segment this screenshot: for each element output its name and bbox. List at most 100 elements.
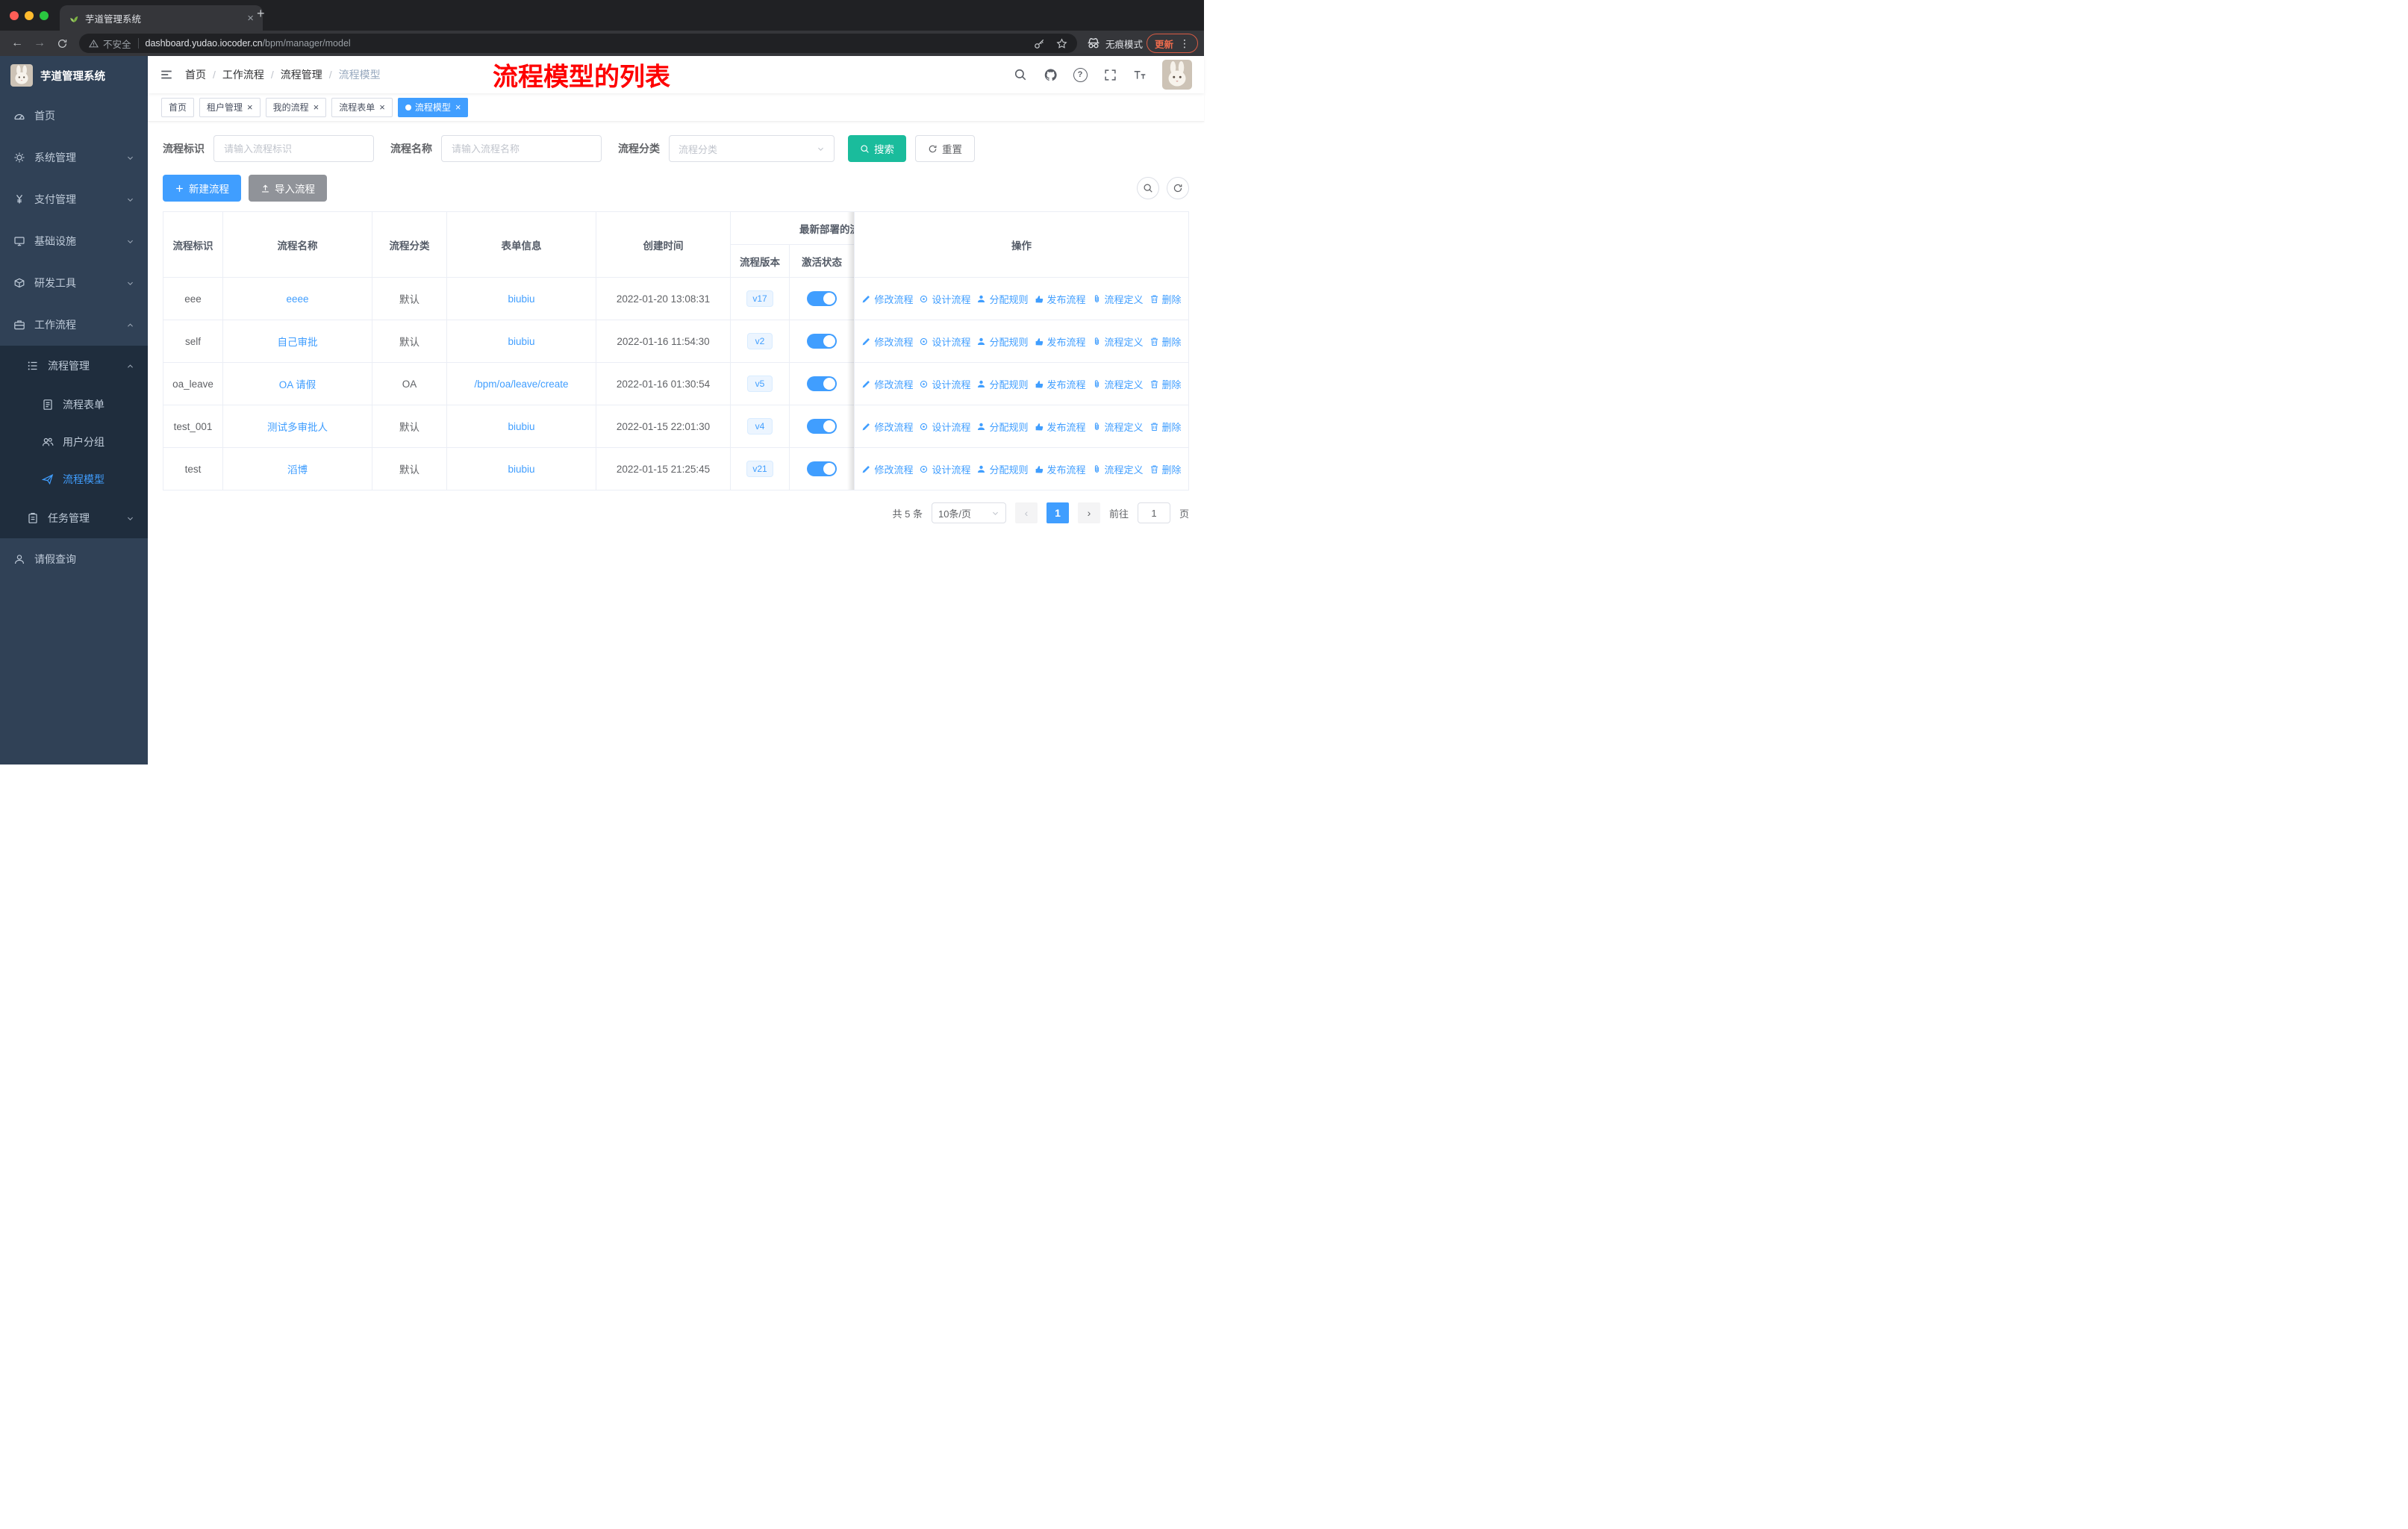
sidebar-item-process-mgmt[interactable]: 流程管理 <box>0 346 148 386</box>
tag-process-model[interactable]: 流程模型 × <box>397 97 469 117</box>
design-action[interactable]: 设计流程 <box>919 334 970 349</box>
window-minimize-button[interactable] <box>25 10 34 20</box>
process-name-link[interactable]: OA 请假 <box>279 379 316 390</box>
window-close-button[interactable] <box>10 10 19 20</box>
browser-update-chip[interactable]: 更新 ⋮ <box>1146 34 1198 53</box>
next-page-button[interactable]: › <box>1077 502 1100 523</box>
form-info-link[interactable]: biubiu <box>508 336 534 347</box>
definition-action[interactable]: 流程定义 <box>1092 420 1144 434</box>
show-search-button[interactable] <box>1137 177 1159 199</box>
delete-action[interactable]: 删除 <box>1150 377 1182 391</box>
import-process-button[interactable]: 导入流程 <box>249 175 327 202</box>
sidebar-item-process-form[interactable]: 流程表单 <box>0 386 148 423</box>
activation-toggle[interactable] <box>807 291 837 306</box>
tag-my-process[interactable]: 我的流程 × <box>265 97 327 117</box>
delete-action[interactable]: 删除 <box>1150 420 1182 434</box>
hamburger-icon[interactable] <box>160 68 173 81</box>
page-1-button[interactable]: 1 <box>1046 502 1069 523</box>
forward-button[interactable]: → <box>28 33 51 54</box>
sidebar-item-process-model[interactable]: 流程模型 <box>0 461 148 498</box>
delete-action[interactable]: 删除 <box>1150 462 1182 476</box>
activation-toggle[interactable] <box>807 334 837 349</box>
close-icon[interactable]: × <box>247 102 253 113</box>
github-icon[interactable] <box>1043 67 1058 82</box>
sidebar-item-user-group[interactable]: 用户分组 <box>0 423 148 461</box>
edit-action[interactable]: 修改流程 <box>861 292 913 306</box>
sidebar-item-devtools[interactable]: 研发工具 <box>0 262 148 304</box>
bookmark-star-icon[interactable] <box>1056 38 1067 49</box>
process-name-link[interactable]: eeee <box>286 293 308 305</box>
tag-home[interactable]: 首页 <box>161 97 195 117</box>
search-icon[interactable] <box>1013 67 1028 82</box>
publish-action[interactable]: 发布流程 <box>1035 334 1086 349</box>
user-avatar[interactable] <box>1162 60 1192 90</box>
window-zoom-button[interactable] <box>40 10 49 20</box>
new-tab-button[interactable]: + <box>257 7 265 20</box>
process-name-input[interactable] <box>441 135 602 162</box>
address-bar[interactable]: 不安全 dashboard.yudao.iocoder.cn/bpm/manag… <box>79 34 1077 53</box>
delete-action[interactable]: 删除 <box>1150 334 1182 349</box>
edit-action[interactable]: 修改流程 <box>861 462 913 476</box>
close-icon[interactable]: × <box>314 102 319 113</box>
assign-action[interactable]: 分配规则 <box>976 377 1029 391</box>
edit-action[interactable]: 修改流程 <box>861 420 913 434</box>
activation-toggle[interactable] <box>807 419 837 434</box>
browser-menu-kebab-icon[interactable]: ⋮ <box>1179 37 1190 50</box>
design-action[interactable]: 设计流程 <box>919 292 970 306</box>
reset-button[interactable]: 重置 <box>915 135 975 162</box>
form-info-link[interactable]: /bpm/oa/leave/create <box>474 379 568 390</box>
process-category-select[interactable]: 流程分类 <box>669 135 835 162</box>
process-name-link[interactable]: 测试多审批人 <box>267 422 328 433</box>
form-info-link[interactable]: biubiu <box>508 464 534 475</box>
sidebar-item-infra[interactable]: 基础设施 <box>0 220 148 262</box>
back-button[interactable]: ← <box>6 33 28 54</box>
prev-page-button[interactable]: ‹ <box>1014 502 1038 523</box>
activation-toggle[interactable] <box>807 461 837 476</box>
password-key-icon[interactable] <box>1034 38 1045 49</box>
tag-process-form[interactable]: 流程表单 × <box>331 97 393 117</box>
edit-action[interactable]: 修改流程 <box>861 334 913 349</box>
fullscreen-icon[interactable] <box>1102 67 1117 82</box>
goto-page-input[interactable] <box>1137 502 1170 523</box>
assign-action[interactable]: 分配规则 <box>976 420 1029 434</box>
security-chip[interactable]: 不安全 <box>89 37 131 51</box>
activation-toggle[interactable] <box>807 376 837 391</box>
edit-action[interactable]: 修改流程 <box>861 377 913 391</box>
publish-action[interactable]: 发布流程 <box>1035 462 1086 476</box>
process-name-link[interactable]: 滔博 <box>287 464 308 476</box>
definition-action[interactable]: 流程定义 <box>1092 334 1144 349</box>
page-size-select[interactable]: 10条/页 <box>931 502 1006 523</box>
form-info-link[interactable]: biubiu <box>508 421 534 432</box>
create-process-button[interactable]: 新建流程 <box>163 175 241 202</box>
breadcrumb-process-mgmt[interactable]: 流程管理 <box>281 67 322 82</box>
delete-action[interactable]: 删除 <box>1150 292 1182 306</box>
design-action[interactable]: 设计流程 <box>919 377 970 391</box>
publish-action[interactable]: 发布流程 <box>1035 377 1086 391</box>
close-icon[interactable]: × <box>379 102 385 113</box>
tab-close-icon[interactable]: × <box>247 13 254 24</box>
sidebar-item-leave-query[interactable]: 请假查询 <box>0 538 148 580</box>
publish-action[interactable]: 发布流程 <box>1035 420 1086 434</box>
sidebar-item-task-mgmt[interactable]: 任务管理 <box>0 498 148 538</box>
sidebar-item-payment[interactable]: 支付管理 <box>0 178 148 220</box>
assign-action[interactable]: 分配规则 <box>976 334 1029 349</box>
help-icon[interactable]: ? <box>1073 67 1088 82</box>
close-icon[interactable]: × <box>455 102 461 113</box>
reload-button[interactable] <box>51 33 73 54</box>
breadcrumb-workflow[interactable]: 工作流程 <box>222 67 264 82</box>
design-action[interactable]: 设计流程 <box>919 462 970 476</box>
breadcrumb-home[interactable]: 首页 <box>185 67 206 82</box>
refresh-table-button[interactable] <box>1167 177 1189 199</box>
assign-action[interactable]: 分配规则 <box>976 292 1029 306</box>
process-id-input[interactable] <box>213 135 374 162</box>
browser-tab[interactable]: 芋道管理系统 × <box>60 5 263 31</box>
definition-action[interactable]: 流程定义 <box>1092 292 1144 306</box>
sidebar-item-system[interactable]: 系统管理 <box>0 137 148 178</box>
assign-action[interactable]: 分配规则 <box>976 462 1029 476</box>
publish-action[interactable]: 发布流程 <box>1035 292 1086 306</box>
sidebar-item-workflow[interactable]: 工作流程 <box>0 304 148 346</box>
process-name-link[interactable]: 自己审批 <box>278 337 318 348</box>
tag-tenant-mgmt[interactable]: 租户管理 × <box>199 97 261 117</box>
sidebar-item-home[interactable]: 首页 <box>0 95 148 137</box>
definition-action[interactable]: 流程定义 <box>1092 377 1144 391</box>
